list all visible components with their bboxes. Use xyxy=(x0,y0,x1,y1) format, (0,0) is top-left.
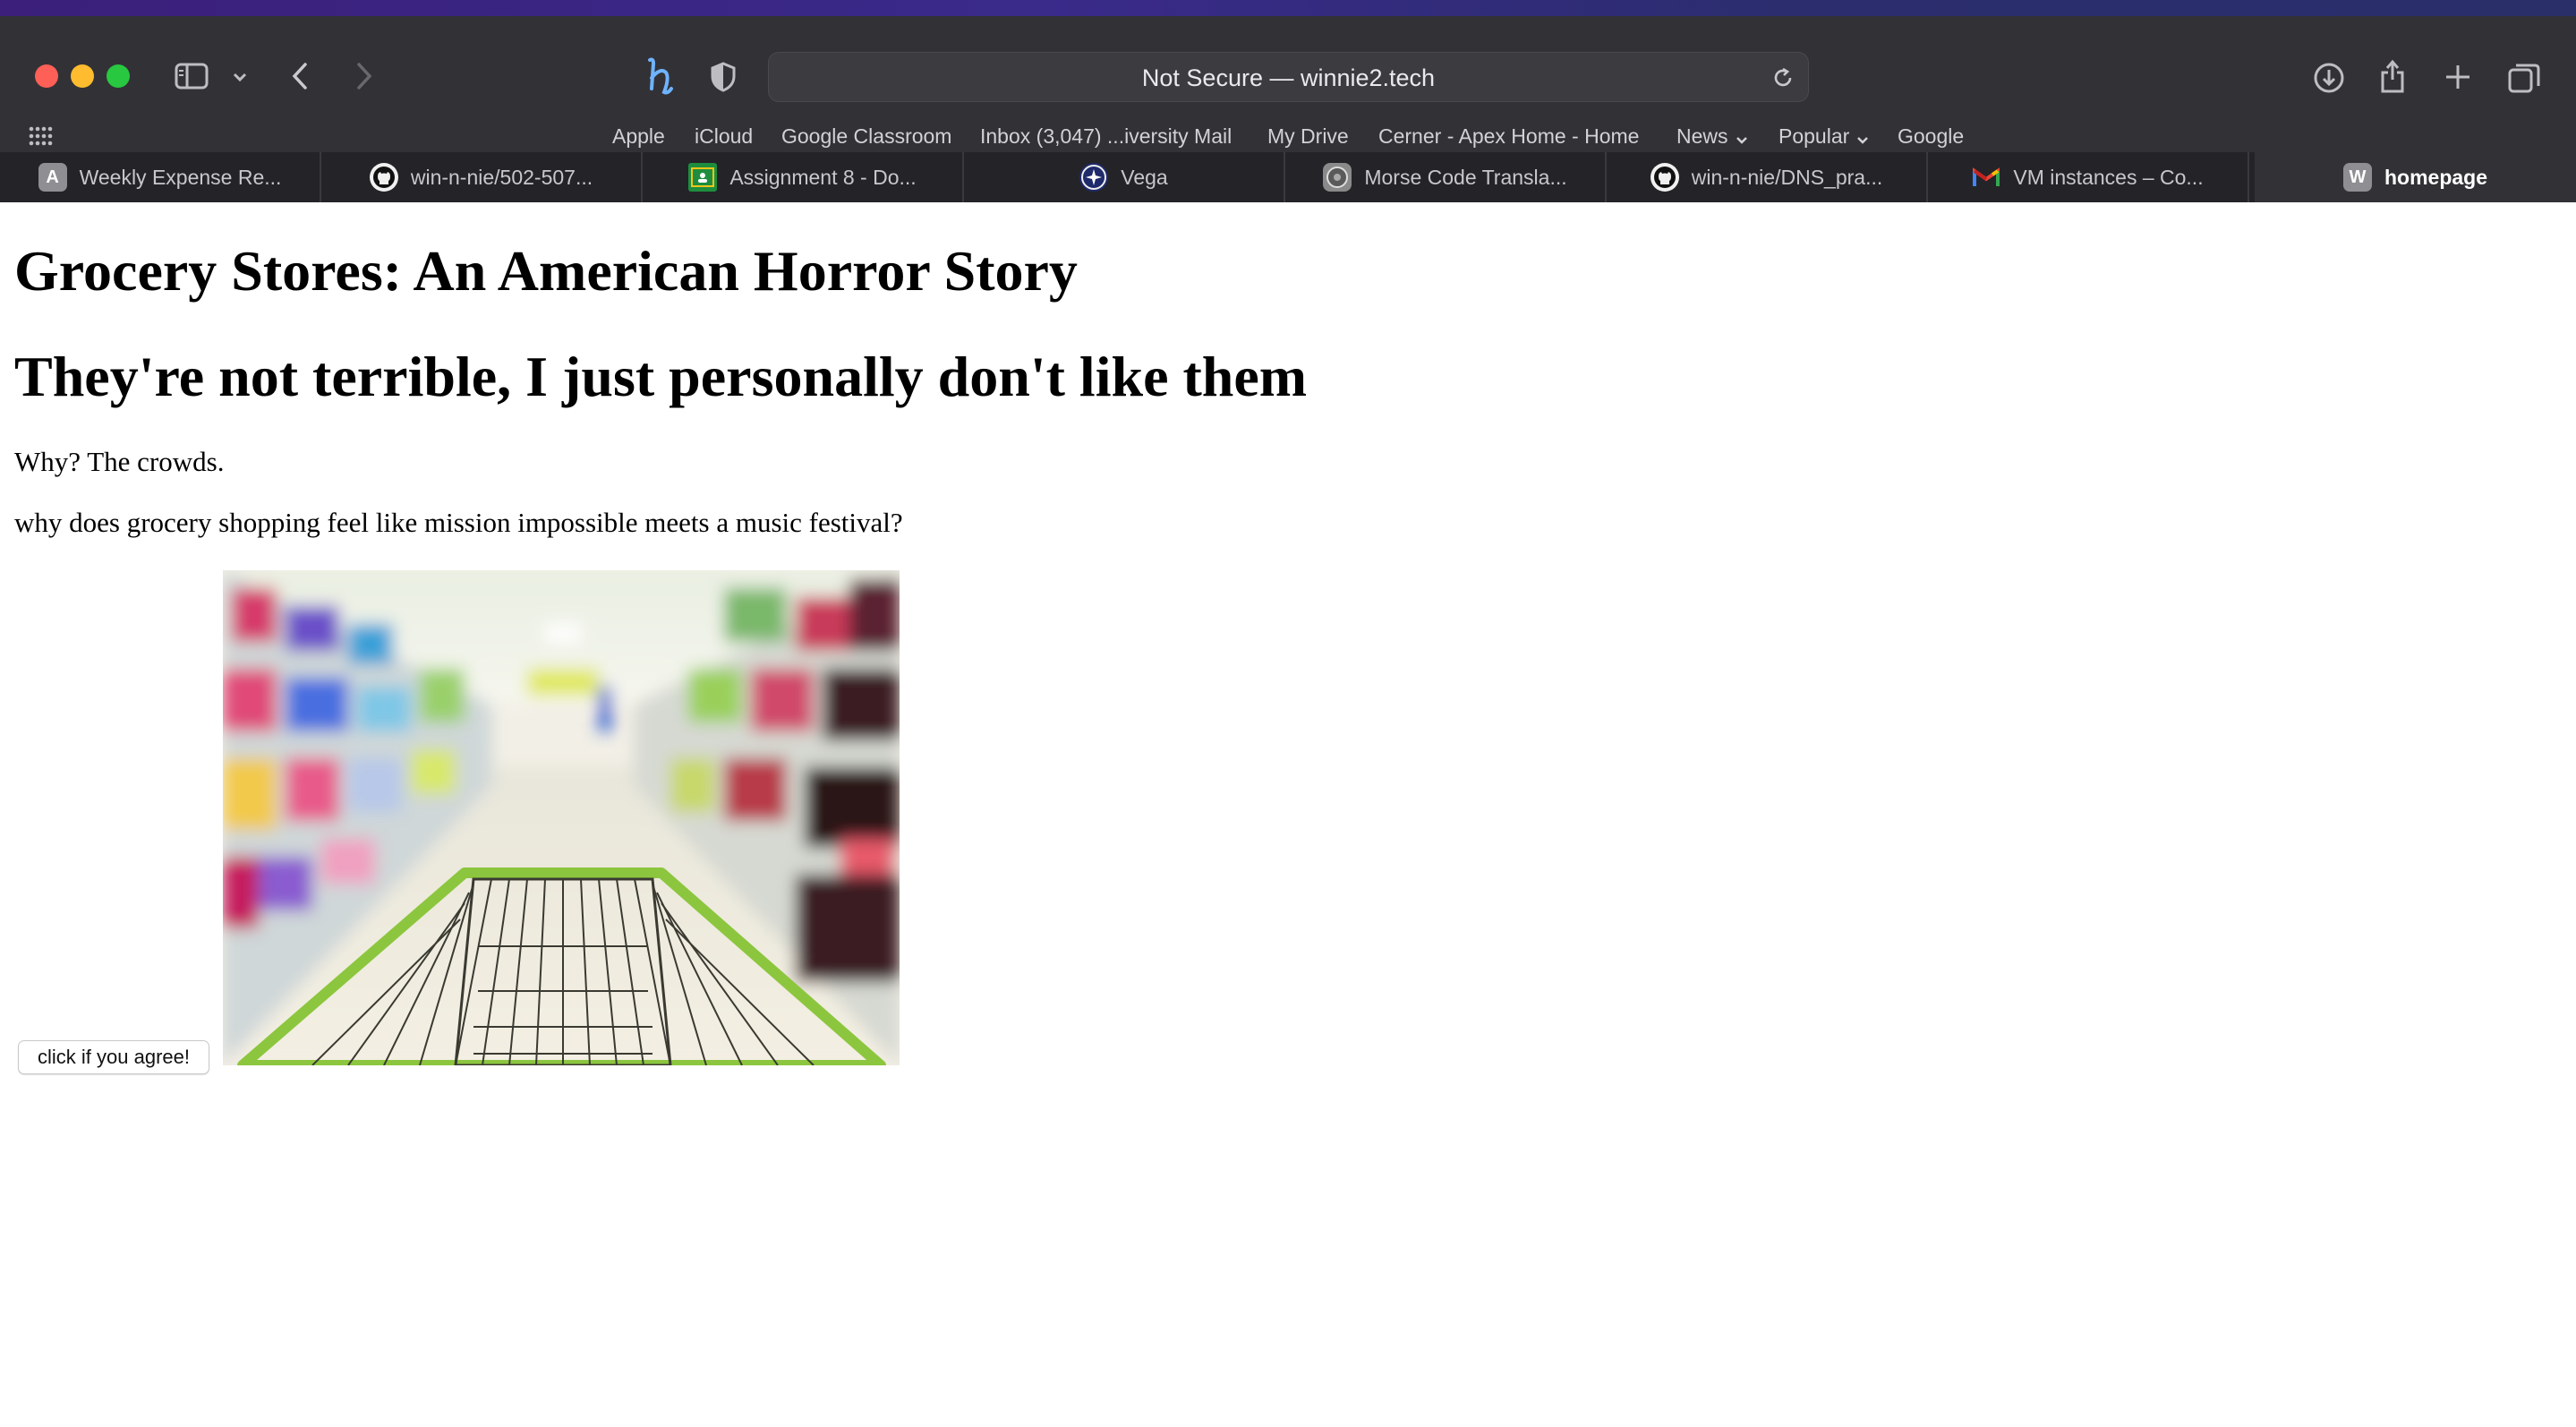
w-app-icon: W xyxy=(2342,163,2372,192)
tab-vega[interactable]: Vega xyxy=(964,152,1285,202)
bookmark-popular-label: Popular xyxy=(1778,124,1850,148)
tab-label: Assignment 8 - Do... xyxy=(729,165,917,189)
tab-label: homepage xyxy=(2384,165,2488,189)
grocery-aisle-image xyxy=(223,570,900,1065)
system-menu-bar xyxy=(0,0,2576,16)
new-tab-plus-icon[interactable] xyxy=(2442,61,2474,93)
honey-extension-icon[interactable] xyxy=(641,56,677,97)
tab-morse-code[interactable]: Morse Code Transla... xyxy=(1285,152,1607,202)
tab-bar: A Weekly Expense Re... win-n-nie/502-507… xyxy=(0,152,2576,202)
zoom-window-button[interactable] xyxy=(107,64,130,88)
tab-label: Vega xyxy=(1121,165,1168,189)
tab-weekly-expense[interactable]: A Weekly Expense Re... xyxy=(0,152,321,202)
grid-apps-icon[interactable] xyxy=(27,124,54,149)
tab-label: win-n-nie/DNS_pra... xyxy=(1691,165,1883,189)
tab-vm-instances[interactable]: VM instances – Co... xyxy=(1928,152,2249,202)
address-bar-text: Not Secure — winnie2.tech xyxy=(1141,64,1436,91)
gmail-icon xyxy=(1972,163,2000,192)
address-bar[interactable]: Not Secure — winnie2.tech xyxy=(768,52,1809,102)
page-title: Grocery Stores: An American Horror Story xyxy=(14,239,1078,303)
github-icon xyxy=(369,163,398,192)
tab-homepage[interactable]: W homepage xyxy=(2255,152,2576,202)
a-app-icon: A xyxy=(38,163,67,192)
github-icon xyxy=(1650,163,1679,192)
minimize-window-button[interactable] xyxy=(71,64,94,88)
tab-github-dns[interactable]: win-n-nie/DNS_pra... xyxy=(1607,152,1928,202)
tab-assignment-8[interactable]: Assignment 8 - Do... xyxy=(643,152,964,202)
privacy-shield-icon[interactable] xyxy=(709,61,738,93)
tab-label: Morse Code Transla... xyxy=(1364,165,1567,189)
intro-paragraph: Why? The crowds. xyxy=(14,446,225,477)
vega-icon xyxy=(1079,163,1109,192)
bookmark-news-label: News xyxy=(1676,124,1728,148)
tab-overview-icon[interactable] xyxy=(2506,61,2542,95)
chevron-down-icon[interactable] xyxy=(231,68,249,86)
question-paragraph: why does grocery shopping feel like miss… xyxy=(14,507,903,538)
browser-toolbar: Not Secure — winnie2.tech Apple iCloud G… xyxy=(0,16,2576,152)
web-page-content: Grocery Stores: An American Horror Story… xyxy=(0,202,2576,1427)
forward-arrow-icon[interactable] xyxy=(353,61,376,91)
tab-label: Weekly Expense Re... xyxy=(79,165,282,189)
tab-label: win-n-nie/502-507... xyxy=(410,165,593,189)
google-classroom-icon xyxy=(688,163,718,192)
downloads-icon[interactable] xyxy=(2312,61,2346,95)
tab-github-502[interactable]: win-n-nie/502-507... xyxy=(321,152,643,202)
close-window-button[interactable] xyxy=(35,64,58,88)
back-arrow-icon[interactable] xyxy=(288,61,311,91)
morse-icon xyxy=(1323,163,1352,192)
share-icon[interactable] xyxy=(2377,57,2408,95)
sidebar-toggle-icon[interactable] xyxy=(174,61,209,91)
reload-icon[interactable] xyxy=(1770,65,1796,90)
page-subtitle: They're not terrible, I just personally … xyxy=(14,345,1308,408)
agree-button[interactable]: click if you agree! xyxy=(18,1040,209,1074)
tab-label: VM instances – Co... xyxy=(2013,165,2204,189)
